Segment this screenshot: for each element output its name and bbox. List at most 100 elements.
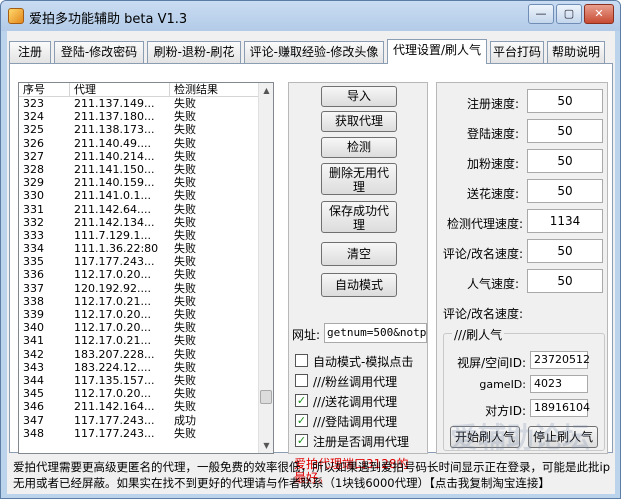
title-bar[interactable]: 爱拍多功能辅助 beta V1.3 — ▢ ✕ [1, 1, 620, 31]
register-speed-input[interactable]: 50 [527, 89, 603, 113]
register-use-proxy-checkbox[interactable]: ✓ [295, 434, 308, 447]
proxy-list-scrollbar[interactable]: ▲ ▼ [258, 83, 273, 453]
row-proxy: 112.17.0.20... [74, 321, 151, 335]
minimize-button[interactable]: — [528, 4, 554, 24]
tab-comment-exp-avatar[interactable]: 评论-赚取经验-修改头像 [244, 41, 384, 63]
table-row[interactable]: 329 211.140.159... 失败 [19, 176, 259, 189]
table-row[interactable]: 331 211.142.64.... 失败 [19, 203, 259, 216]
table-row[interactable]: 342 183.207.228... 失败 [19, 348, 259, 361]
table-row[interactable]: 341 112.17.0.21... 失败 [19, 334, 259, 347]
table-row[interactable]: 327 211.140.214... 失败 [19, 150, 259, 163]
comment-speed-caption: 评论/改名速度: [443, 307, 524, 321]
row-result: 失败 [174, 242, 196, 256]
row-result: 失败 [174, 136, 196, 150]
game-id-input[interactable]: 4023 [530, 375, 588, 393]
login-speed-input[interactable]: 50 [527, 119, 603, 143]
table-row[interactable]: 335 117.177.243... 失败 [19, 255, 259, 268]
row-result: 失败 [174, 97, 196, 110]
login-use-proxy-checkbox[interactable]: ✓ [295, 414, 308, 427]
register-speed-label: 注册速度: [466, 97, 519, 111]
add-fans-speed-input[interactable]: 50 [527, 149, 603, 173]
flowers-speed-label: 送花速度: [466, 187, 519, 201]
comment-rename-speed-input[interactable]: 50 [527, 239, 603, 263]
column-index[interactable]: 序号 [23, 83, 45, 96]
table-row[interactable]: 343 183.224.12.... 失败 [19, 361, 259, 374]
table-row[interactable]: 324 211.137.180... 失败 [19, 110, 259, 123]
tab-help[interactable]: 帮助说明 [547, 41, 605, 63]
fetch-proxy-button[interactable]: 获取代理 [321, 111, 397, 132]
video-space-id-input[interactable]: 23720512 [530, 351, 590, 369]
tab-login-password[interactable]: 登陆-修改密码 [54, 41, 144, 63]
row-index: 339 [23, 308, 44, 321]
row-proxy: 211.141.150... [74, 162, 155, 176]
game-id-label: gameID: [479, 378, 526, 391]
auto-mode-button[interactable]: 自动模式 [321, 273, 397, 297]
tab-register[interactable]: 注册 [9, 41, 51, 63]
url-input[interactable]: getnum=500&notpo [324, 323, 427, 343]
table-row[interactable]: 348 117.177.243... 失败 [19, 427, 259, 440]
status-message[interactable]: 爱拍代理需要更高级更匿名的代理，一般免费的效率很低，所以如果遇到爱拍号码长时间显… [13, 459, 611, 491]
detect-button[interactable]: 检测 [321, 137, 397, 158]
table-row[interactable]: 344 117.135.157... 失败 [19, 374, 259, 387]
auto-mode-simulate-click-label[interactable]: 自动模式-模拟点击 [313, 353, 413, 370]
delete-unused-proxy-button[interactable]: 删除无用代 理 [321, 163, 397, 195]
scroll-down-icon[interactable]: ▼ [259, 438, 273, 453]
row-result: 失败 [174, 347, 196, 361]
row-index: 336 [23, 268, 44, 282]
fans-use-proxy-label[interactable]: ///粉丝调用代理 [313, 373, 397, 390]
detect-proxy-speed-input[interactable]: 1134 [527, 209, 603, 233]
clear-button[interactable]: 清空 [321, 242, 397, 266]
maximize-button[interactable]: ▢ [556, 4, 582, 24]
flowers-speed-input[interactable]: 50 [527, 179, 603, 203]
table-row[interactable]: 338 112.17.0.21... 失败 [19, 295, 259, 308]
column-result[interactable]: 检测结果 [174, 83, 218, 96]
popularity-speed-input[interactable]: 50 [527, 269, 603, 293]
table-row[interactable]: 340 112.17.0.20... 失败 [19, 321, 259, 334]
row-result: 失败 [174, 268, 196, 282]
table-row[interactable]: 347 117.177.243... 成功 [19, 414, 259, 427]
app-window: 爱拍多功能辅助 beta V1.3 — ▢ ✕ 注册 登陆-修改密码 刷粉-退粉… [0, 0, 621, 499]
save-success-proxy-button[interactable]: 保存成功代 理 [321, 201, 397, 233]
close-button[interactable]: ✕ [584, 4, 614, 24]
auto-mode-simulate-click-checkbox[interactable] [295, 354, 308, 367]
row-index: 326 [23, 136, 44, 150]
comment-rename-speed-label: 评论/改名速度: [442, 247, 523, 261]
table-row[interactable]: 336 112.17.0.20... 失败 [19, 268, 259, 281]
tab-proxy-popularity[interactable]: 代理设置/刷人气 [387, 39, 487, 64]
flowers-use-proxy-label[interactable]: ///送花调用代理 [313, 393, 397, 410]
proxy-settings-panel: 序号 代理 检测结果 323 211.137.149... 失败 324 211.137… [9, 63, 613, 485]
table-row[interactable]: 325 211.138.173... 失败 [19, 123, 259, 136]
scroll-up-icon[interactable]: ▲ [259, 83, 273, 98]
row-index: 333 [23, 228, 44, 242]
tab-captcha-platform[interactable]: 平台打码 [490, 41, 544, 63]
table-row[interactable]: 328 211.141.150... 失败 [19, 163, 259, 176]
row-index: 335 [23, 255, 44, 269]
table-row[interactable]: 339 112.17.0.20... 失败 [19, 308, 259, 321]
table-row[interactable]: 334 111.1.36.22:80 失败 [19, 242, 259, 255]
table-row[interactable]: 333 111.7.129.1... 失败 [19, 229, 259, 242]
tab-fans-flowers[interactable]: 刷粉-退粉-刷花 [147, 41, 241, 63]
row-proxy: 117.135.157... [74, 373, 155, 387]
table-row[interactable]: 326 211.140.49.... 失败 [19, 137, 259, 150]
scroll-thumb[interactable] [260, 390, 272, 404]
column-proxy[interactable]: 代理 [74, 83, 96, 96]
save-success-label-1: 保存成功代 [328, 204, 389, 218]
row-proxy: 211.137.180... [74, 110, 155, 124]
table-row[interactable]: 323 211.137.149... 失败 [19, 97, 259, 110]
register-use-proxy-label[interactable]: 注册是否调用代理 [313, 433, 409, 450]
flowers-use-proxy-checkbox[interactable]: ✓ [295, 394, 308, 407]
login-use-proxy-label[interactable]: ///登陆调用代理 [313, 413, 397, 430]
table-row[interactable]: 330 211.141.0.1... 失败 [19, 189, 259, 202]
row-index: 324 [23, 110, 44, 124]
table-row[interactable]: 337 120.192.92.... 失败 [19, 282, 259, 295]
proxy-list[interactable]: 序号 代理 检测结果 323 211.137.149... 失败 324 211.137… [18, 82, 274, 454]
row-proxy: 111.7.129.1... [74, 228, 151, 242]
table-row[interactable]: 332 211.142.134... 失败 [19, 216, 259, 229]
row-proxy: 211.142.164... [74, 400, 155, 414]
target-id-input[interactable]: 18916104 [530, 399, 590, 417]
fans-use-proxy-checkbox[interactable] [295, 374, 308, 387]
clear-label: 清空 [346, 247, 371, 261]
import-button[interactable]: 导入 [321, 86, 397, 107]
table-row[interactable]: 346 211.142.164... 失败 [19, 400, 259, 413]
table-row[interactable]: 345 112.17.0.20... 失败 [19, 387, 259, 400]
